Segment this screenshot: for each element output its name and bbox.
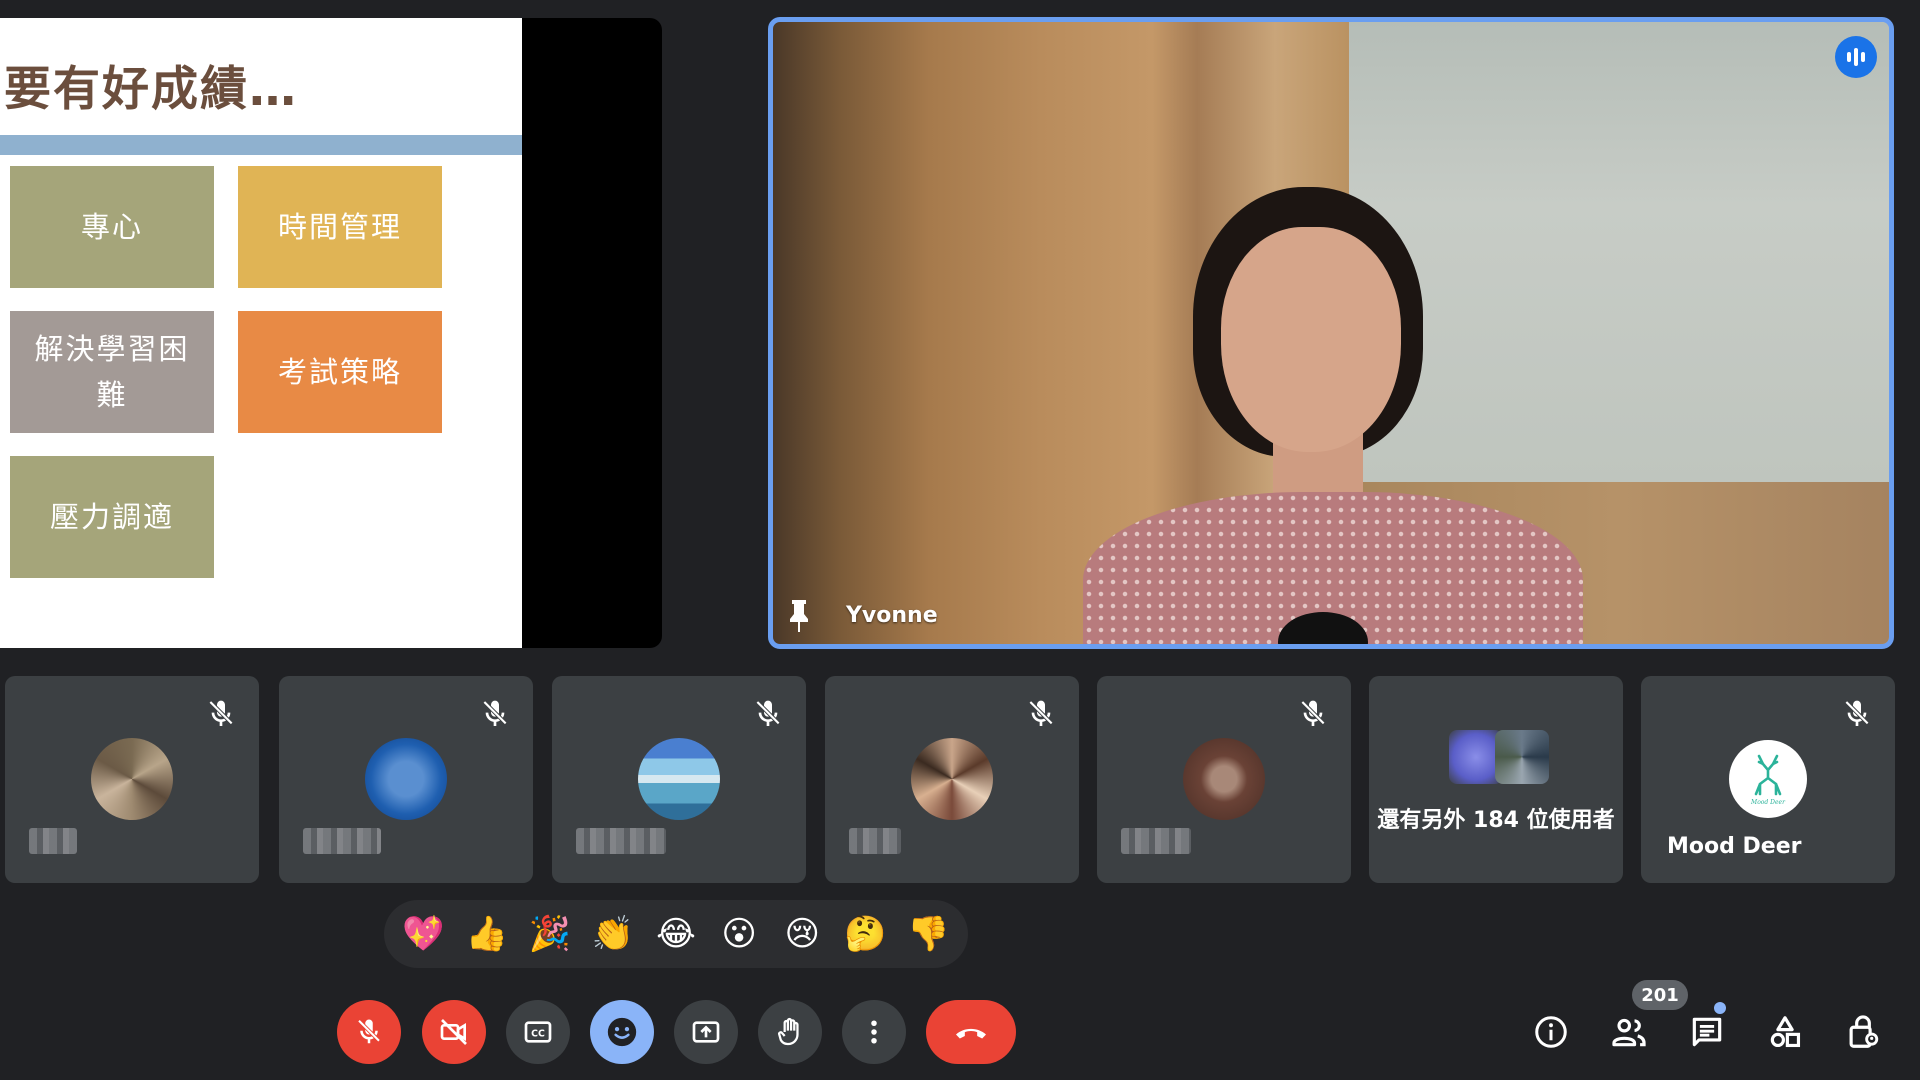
raise-hand-icon bbox=[778, 1018, 799, 1046]
chat-icon bbox=[1692, 1017, 1722, 1047]
present-screen-icon bbox=[692, 1021, 720, 1043]
closed-captions-icon: CC bbox=[524, 1021, 552, 1043]
phone-hangup-icon bbox=[956, 1028, 986, 1039]
presentation-tile[interactable]: 要有好成績… 專心 時間管理 解決學習困難 考試策略 壓力調適 bbox=[0, 18, 662, 648]
active-speaker-tile[interactable]: Yvonne bbox=[768, 17, 1894, 649]
slide-divider-bar bbox=[0, 135, 522, 155]
slide-title: 要有好成績… bbox=[4, 62, 298, 117]
avatar bbox=[638, 738, 720, 820]
group-avatars bbox=[1449, 730, 1549, 784]
camera-toggle-button[interactable] bbox=[422, 1000, 486, 1064]
mic-off-icon bbox=[1844, 700, 1870, 726]
lock-person-icon bbox=[1849, 1015, 1879, 1048]
mic-off-icon bbox=[1028, 700, 1054, 726]
present-screen-button[interactable] bbox=[674, 1000, 738, 1064]
participant-tile[interactable] bbox=[1097, 676, 1351, 883]
deer-icon: Mood Deer bbox=[1750, 754, 1786, 806]
participant-tile-mood-deer[interactable]: Mood Deer Mood Deer bbox=[1641, 676, 1895, 883]
reaction-sparkling-heart[interactable]: 💖 bbox=[397, 917, 451, 951]
speaker-background-wall bbox=[1349, 22, 1889, 482]
reaction-tears-of-joy[interactable]: 😂 bbox=[649, 917, 703, 951]
people-icon bbox=[1612, 1018, 1646, 1047]
leave-call-button[interactable] bbox=[926, 1000, 1016, 1064]
mic-off-icon bbox=[482, 700, 508, 726]
activities-button[interactable] bbox=[1764, 1011, 1806, 1053]
reaction-crying[interactable]: 😢 bbox=[775, 917, 829, 951]
reaction-party-popper[interactable]: 🎉 bbox=[523, 917, 577, 951]
reaction-thumbs-down[interactable]: 👎 bbox=[901, 917, 955, 951]
mic-off-icon bbox=[208, 700, 234, 726]
reaction-clapping[interactable]: 👏 bbox=[586, 917, 640, 951]
reaction-surprised[interactable]: 😮 bbox=[712, 917, 766, 951]
mic-off-icon bbox=[1300, 700, 1326, 726]
more-vert-icon bbox=[871, 1020, 877, 1044]
speaker-name: Yvonne bbox=[846, 603, 938, 628]
participant-name-blurred bbox=[29, 828, 77, 854]
more-participants-label: 還有另外 184 位使用者 bbox=[1377, 808, 1615, 833]
mood-deer-logo-text: Mood Deer bbox=[1750, 799, 1786, 806]
avatar bbox=[911, 738, 993, 820]
reactions-button[interactable] bbox=[590, 1000, 654, 1064]
reactions-bar: 💖 👍 🎉 👏 😂 😮 😢 🤔 👎 bbox=[384, 900, 968, 968]
meeting-details-button[interactable] bbox=[1530, 1011, 1572, 1053]
participant-count-badge: 201 bbox=[1632, 980, 1688, 1010]
raise-hand-button[interactable] bbox=[758, 1000, 822, 1064]
mic-off-icon bbox=[357, 1019, 381, 1044]
slide-box-exam-strategy: 考試策略 bbox=[238, 311, 442, 433]
chat-button[interactable] bbox=[1686, 1011, 1728, 1053]
host-controls-button[interactable] bbox=[1842, 1011, 1884, 1053]
pin-icon[interactable] bbox=[787, 598, 811, 634]
participant-name-blurred bbox=[1121, 828, 1191, 854]
slide-box-stress-management: 壓力調適 bbox=[10, 456, 214, 578]
avatar bbox=[365, 738, 447, 820]
mood-deer-logo: Mood Deer bbox=[1729, 740, 1807, 818]
avatar bbox=[1183, 738, 1265, 820]
participant-tile[interactable] bbox=[825, 676, 1079, 883]
participant-tile[interactable] bbox=[5, 676, 259, 883]
captions-button[interactable]: CC bbox=[506, 1000, 570, 1064]
mic-toggle-button[interactable] bbox=[337, 1000, 401, 1064]
mic-off-icon bbox=[755, 700, 781, 726]
avatar bbox=[91, 738, 173, 820]
participant-name-blurred bbox=[576, 828, 666, 854]
participant-tile[interactable] bbox=[552, 676, 806, 883]
speaking-indicator-icon bbox=[1835, 36, 1877, 78]
activities-shapes-icon bbox=[1770, 1016, 1801, 1048]
participant-name-blurred bbox=[849, 828, 901, 854]
reaction-thumbs-up[interactable]: 👍 bbox=[460, 917, 514, 951]
camera-off-icon bbox=[440, 1019, 467, 1045]
participant-tile[interactable] bbox=[279, 676, 533, 883]
svg-text:CC: CC bbox=[531, 1029, 545, 1040]
info-icon bbox=[1535, 1016, 1567, 1048]
participant-name: Mood Deer bbox=[1667, 834, 1802, 859]
presentation-slide: 要有好成績… 專心 時間管理 解決學習困難 考試策略 壓力調適 bbox=[0, 18, 522, 648]
people-button[interactable] bbox=[1608, 1011, 1650, 1053]
more-options-button[interactable] bbox=[842, 1000, 906, 1064]
slide-box-time-management: 時間管理 bbox=[238, 166, 442, 288]
slide-box-focus: 專心 bbox=[10, 166, 214, 288]
more-participants-tile[interactable]: 還有另外 184 位使用者 bbox=[1369, 676, 1623, 883]
reaction-thinking[interactable]: 🤔 bbox=[838, 917, 892, 951]
speaker-video-face bbox=[1221, 227, 1401, 452]
slide-box-learning-difficulties: 解決學習困難 bbox=[10, 311, 214, 433]
participant-name-blurred bbox=[303, 828, 381, 854]
smiley-icon bbox=[607, 1017, 637, 1047]
unread-chat-indicator bbox=[1714, 1002, 1726, 1014]
